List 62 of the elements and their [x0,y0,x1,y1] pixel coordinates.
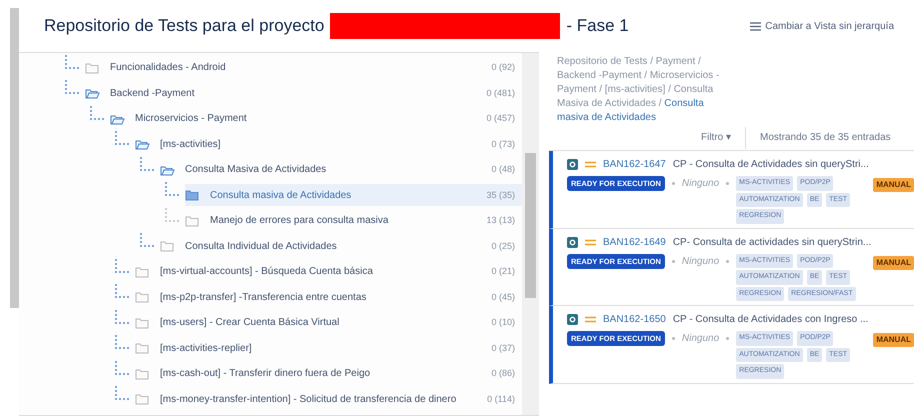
breadcrumb: Repositorio de Tests / Payment / Backend -Payment / Microservicios - Payment / [ms-activities] / Consulta Masiva de Actividades / Consulta masiva de Actividades [556,55,720,125]
separator-dot-icon [726,337,730,340]
assignee-text: Ninguno [682,177,720,191]
issue-key-link[interactable]: BAN162-1649 [603,234,666,250]
tree-item[interactable]: [ms-p2p-transfer] -Transferencia entre cuentas 0 (45) [135,286,522,308]
tree-item[interactable]: Consulta masiva de Actividades 35 (35) [185,184,522,206]
tree-item[interactable]: [ms-cash-out] - Transferir dinero fuera de Peigo 0 (86) [135,362,522,385]
page-scrollbar[interactable] [10,8,19,308]
tree-item[interactable]: Consulta Individual de Actividades 0 (25) [160,235,522,258]
type-badge: MANUAL [873,256,914,270]
page-title: Repositorio de Tests para el proyecto [44,15,324,38]
priority-icon [585,161,596,168]
separator-dot-icon [726,182,730,185]
item-count: 0 (481) [485,86,516,100]
item-count: 0 (48) [490,163,516,176]
item-count: 0 (114) [486,392,516,406]
item-count: 0 (92) [490,61,516,74]
page-title: - Fase 1 [566,15,629,38]
tree-item[interactable]: [ms-users] - Crear Cuenta Básica Virtual 0 (10) [135,312,522,334]
tree-item[interactable]: Microservicios - Payment 0 (457) [110,108,522,130]
item-count: 0 (10) [490,316,516,329]
tree-item[interactable]: Manejo de errores para consulta masiva 13 (13) [185,210,522,232]
separator-dot-icon [672,260,675,262]
issue-key-link[interactable]: BAN162-1647 [603,157,666,172]
item-count: 0 (86) [490,367,516,380]
issue-key-link[interactable]: BAN162-1650 [603,312,666,327]
assignee-text: Ninguno [682,254,720,268]
test-title: CP- Consulta de actividades sin queryStrin... [672,236,872,250]
test-title: CP - Consulta de Actividades sin queryStri... [672,158,869,172]
test-type-icon [567,159,578,170]
item-count: 0 (73) [490,138,516,151]
test-type-icon [567,236,578,248]
item-count: 13 (13) [485,214,516,227]
scrollbar-thumb[interactable] [525,153,536,298]
item-count: 0 (25) [490,240,516,253]
tree-item[interactable]: Backend -Payment 0 (481) [85,82,522,104]
tree-item[interactable]: Funcionalidades - Android 0 (92) [85,56,522,79]
priority-icon [585,238,596,246]
item-count: 0 (457) [485,112,516,125]
item-count: 0 (21) [490,265,516,278]
test-type-icon [567,314,578,325]
tree-item[interactable]: Consulta Masiva de Actividades 0 (48) [160,158,522,181]
assignee-text: Ninguno [682,332,720,346]
tree-item[interactable]: [ms-activities-replier] 0 (37) [135,337,522,360]
entries-summary: Mostrando 35 de 35 entradas [759,131,891,145]
separator-dot-icon [672,337,675,340]
item-count: 35 (35) [485,188,516,202]
tree-item[interactable]: [ms-virtual-accounts] - Búsqueda Cuenta básica 0 (21) [135,260,522,283]
separator-dot-icon [726,260,730,262]
type-badge: MANUAL [873,333,914,347]
item-count: 0 (37) [490,342,516,355]
priority-icon [585,316,596,323]
tree-item[interactable]: [ms-money-transfer-intention] - Solicitud de transferencia de dinero 0 (114) [135,388,522,410]
tree-scrollbar[interactable] [522,53,539,415]
test-title: CP - Consulta de Actividades con Ingreso ... [672,313,868,327]
type-badge: MANUAL [873,178,914,192]
separator-dot-icon [672,182,675,185]
view-toggle-link[interactable]: Cambiar a Vista sin jerarquía [744,18,900,34]
item-count: 0 (45) [490,290,516,304]
tree-item[interactable]: [ms-activities] 0 (73) [135,133,522,156]
filter-dropdown[interactable]: Filtro ▾ [687,126,746,148]
menu-icon [750,22,762,30]
